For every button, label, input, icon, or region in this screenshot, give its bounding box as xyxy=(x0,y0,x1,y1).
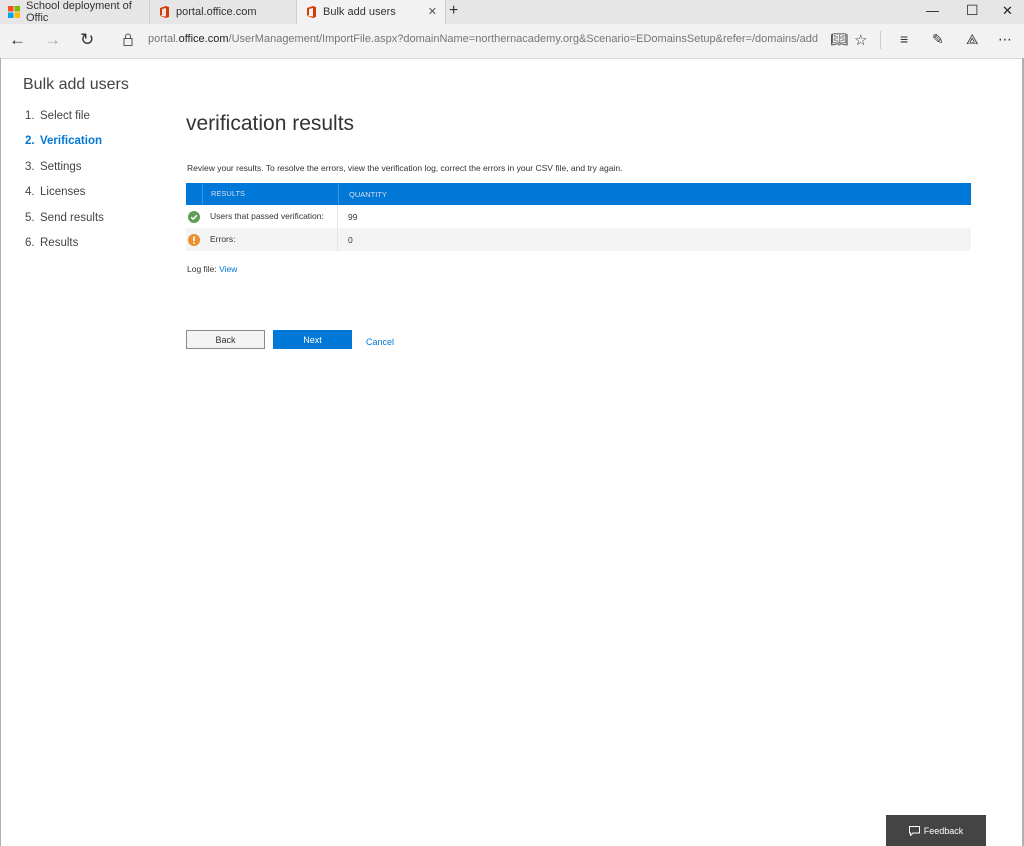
maximize-icon[interactable]: ☐ xyxy=(966,2,979,19)
back-button[interactable]: Back xyxy=(186,330,265,349)
result-label: Errors: xyxy=(202,228,338,251)
feedback-label: Feedback xyxy=(923,825,964,836)
instructions-text: Review your results. To resolve the erro… xyxy=(187,163,623,173)
office-logo-icon xyxy=(160,6,169,18)
feedback-button[interactable]: Feedback xyxy=(886,815,986,846)
toolbar-divider xyxy=(880,31,881,49)
tab-title: portal.office.com xyxy=(176,6,257,18)
step-settings: 3. Settings xyxy=(25,160,82,173)
favorite-star-icon[interactable]: ☆ xyxy=(854,31,867,49)
result-value: 99 xyxy=(348,211,358,222)
lock-icon xyxy=(123,33,133,46)
table-row: Users that passed verification: 99 xyxy=(186,205,971,228)
column-header-quantity: QUANTITY xyxy=(349,189,387,199)
cancel-link[interactable]: Cancel xyxy=(366,337,394,347)
step-send-results: 5. Send results xyxy=(25,211,104,224)
result-label: Users that passed verification: xyxy=(202,205,338,228)
log-file-label: Log file: xyxy=(187,264,217,274)
back-arrow-icon[interactable]: ← xyxy=(9,30,26,50)
web-note-icon[interactable]: ✎ xyxy=(932,31,944,48)
table-row: Errors: 0 xyxy=(186,228,971,251)
window-close-icon[interactable]: ✕ xyxy=(1002,3,1013,19)
new-tab-icon[interactable]: + xyxy=(449,2,458,20)
warning-exclamation-icon xyxy=(188,233,200,246)
tab-bulk-add-users[interactable]: Bulk add users ✕ xyxy=(297,0,446,24)
wizard-steps: 1. Select file 2. Verification 3. Settings … xyxy=(25,108,104,260)
speech-bubble-icon xyxy=(908,825,920,836)
reading-view-icon[interactable]: 📖︎ xyxy=(830,31,848,48)
step-results: 6. Results xyxy=(25,236,79,249)
url-prefix: portal. xyxy=(148,33,179,45)
log-file-line: Log file: View xyxy=(187,264,237,274)
url-path: /UserManagement/ImportFile.aspx?domainNa… xyxy=(228,33,819,45)
close-tab-icon[interactable]: ✕ xyxy=(428,5,437,18)
browser-chrome: School deployment of Offic portal.office… xyxy=(0,0,1024,59)
tab-title: School deployment of Offic xyxy=(26,0,132,24)
office-logo-icon xyxy=(307,6,316,18)
microsoft-logo-icon xyxy=(8,6,20,18)
hub-icon[interactable]: ≡ xyxy=(900,31,908,47)
forward-arrow-icon[interactable]: → xyxy=(44,30,61,50)
results-table: RESULTS QUANTITY Users that passed verif… xyxy=(186,183,971,251)
step-licenses: 4. Licenses xyxy=(25,186,86,199)
success-check-icon xyxy=(188,210,200,223)
step-select-file: 1. Select file xyxy=(25,110,90,122)
more-icon[interactable]: ⋯ xyxy=(998,31,1012,48)
window-border-left xyxy=(0,58,1,846)
wizard-title: Bulk add users xyxy=(23,76,129,93)
tab-portal[interactable]: portal.office.com xyxy=(150,0,297,24)
tab-title: Bulk add users xyxy=(323,6,396,18)
page-title: verification results xyxy=(186,112,355,135)
result-value: 0 xyxy=(348,234,353,245)
column-header-results: RESULTS xyxy=(203,183,339,205)
view-log-link[interactable]: View xyxy=(219,264,237,274)
next-button[interactable]: Next xyxy=(273,330,352,349)
tab-school-deployment[interactable]: School deployment of Offic xyxy=(0,0,150,24)
tab-strip: School deployment of Offic portal.office… xyxy=(0,0,1024,24)
url-domain: office.com xyxy=(178,33,229,45)
minimize-icon[interactable]: — xyxy=(926,3,939,18)
refresh-icon[interactable]: ↻ xyxy=(80,30,94,50)
share-icon[interactable]: ⟁ xyxy=(966,31,979,48)
address-bar[interactable]: portal.office.com/UserManagement/ImportF… xyxy=(148,33,818,45)
table-header: RESULTS QUANTITY xyxy=(186,183,971,205)
step-verification: 2. Verification xyxy=(25,135,102,148)
